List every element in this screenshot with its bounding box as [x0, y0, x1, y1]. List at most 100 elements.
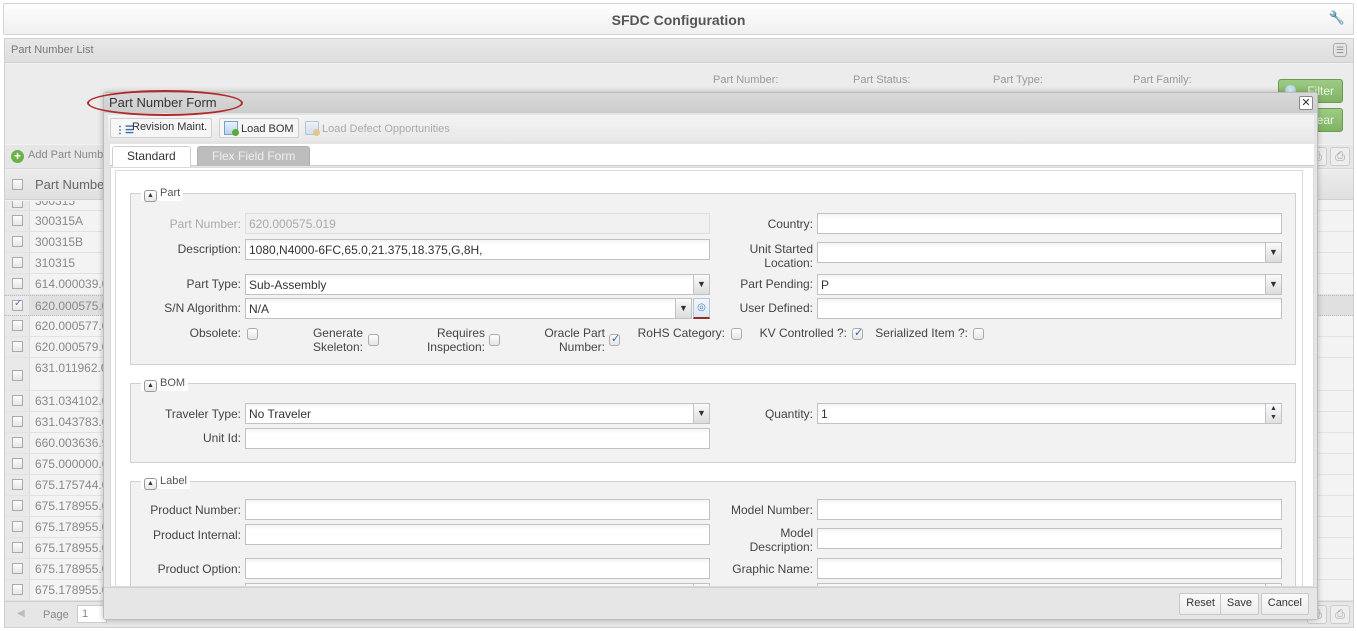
row-checkbox[interactable]	[12, 416, 23, 427]
tab-standard[interactable]: Standard	[112, 146, 191, 167]
chevron-down-icon[interactable]: ▼	[693, 275, 709, 294]
part-pending-value: P	[821, 278, 830, 292]
label-legend[interactable]: ▲ Label	[141, 474, 190, 490]
chevron-down-icon[interactable]: ▼	[1265, 243, 1281, 262]
row-checkbox[interactable]	[12, 298, 23, 311]
row-checkbox[interactable]	[12, 395, 23, 406]
user-defined-field[interactable]	[817, 298, 1282, 319]
generate-skeleton-label-line2: Skeleton:	[312, 340, 363, 354]
model-description-label-line1: Model	[780, 526, 813, 540]
dialog-footer: Reset Save Cancel	[104, 587, 1317, 619]
collapse-icon[interactable]: ▲	[144, 190, 157, 202]
panel-header: Part Number List ☰	[5, 39, 1353, 63]
row-checkbox[interactable]	[12, 341, 23, 352]
row-checkbox[interactable]	[12, 479, 23, 490]
numbered-list-icon: ⋮☰	[115, 125, 134, 136]
spinner-arrows-icon[interactable]: ▲▼	[1265, 404, 1281, 423]
rohs-category-checkbox[interactable]	[731, 328, 742, 340]
row-checkbox[interactable]	[12, 215, 23, 226]
traveler-type-select[interactable]: No Traveler ▼	[245, 403, 710, 424]
requires-inspection-checkbox[interactable]	[489, 334, 500, 346]
chevron-down-icon[interactable]: ▼	[1265, 275, 1281, 294]
panel-menu-icon[interactable]: ☰	[1333, 43, 1347, 57]
part-number-cell: 620.000579.0	[35, 340, 109, 354]
unit-id-field[interactable]	[245, 428, 710, 449]
description-field[interactable]: 1080,N4000-6FC,65.0,21.375,18.375,G,8H,	[245, 239, 710, 260]
form-scroll-area: ▲ Part Part Number: 620.000575.019 Descri…	[115, 170, 1303, 586]
model-number-field[interactable]	[817, 499, 1282, 520]
product-option-field[interactable]	[245, 558, 710, 579]
graphic-name-field[interactable]	[817, 558, 1282, 579]
load-defect-opportunities-button[interactable]: Load Defect Opportunities	[300, 118, 455, 138]
part-legend[interactable]: ▲ Part	[141, 186, 184, 202]
load-defect-opportunities-label: Load Defect Opportunities	[322, 123, 450, 135]
collapse-icon[interactable]: ▲	[144, 478, 157, 490]
table-icon	[224, 121, 239, 136]
wrench-icon[interactable]: 🔧	[1329, 11, 1345, 26]
save-button[interactable]: Save	[1219, 593, 1259, 615]
unit-started-location-select[interactable]: ▼	[817, 242, 1282, 263]
product-number-label: Product Number:	[150, 503, 241, 517]
printer-icon[interactable]: ⎙	[1330, 605, 1350, 624]
label-legend-label: Label	[160, 475, 187, 487]
serialized-item-checkbox[interactable]	[973, 328, 984, 340]
part-number-cell: 675.178955.0	[35, 520, 109, 534]
part-number-cell: 631.011962.0	[35, 361, 108, 375]
load-bom-button[interactable]: Load BOM	[219, 118, 299, 138]
table-icon	[305, 121, 320, 136]
cancel-button[interactable]: Cancel	[1260, 593, 1309, 615]
row-checkbox[interactable]	[12, 563, 23, 574]
model-description-field[interactable]	[817, 528, 1282, 549]
unit-started-label-line1: Unit Started	[749, 242, 813, 256]
previous-page-icon[interactable]: ◀	[17, 608, 25, 619]
row-checkbox[interactable]	[12, 257, 23, 268]
close-icon[interactable]: ✕	[1299, 96, 1313, 110]
obsolete-checkbox[interactable]	[247, 328, 258, 340]
printer-icon[interactable]: ⎙	[1330, 147, 1350, 166]
select-all-checkbox[interactable]	[12, 179, 23, 190]
row-checkbox[interactable]	[12, 437, 23, 448]
kv-controlled-checkbox[interactable]	[852, 326, 863, 340]
row-checkbox[interactable]	[12, 370, 23, 381]
filter-part-type-label: Part Type:	[993, 74, 1043, 86]
part-legend-label: Part	[160, 187, 181, 199]
bom-legend[interactable]: ▲ BOM	[141, 376, 189, 392]
row-checkbox[interactable]	[12, 201, 23, 208]
row-checkbox[interactable]	[12, 521, 23, 532]
reset-button[interactable]: Reset	[1179, 593, 1222, 615]
chevron-down-icon[interactable]: ▼	[693, 404, 709, 423]
dialog-title-bar[interactable]: Part Number Form ✕	[104, 93, 1317, 113]
add-part-number-button[interactable]: + Add Part Numb	[11, 149, 103, 163]
app-header: SFDC Configuration 🔧	[3, 3, 1354, 35]
part-number-cell: 675.000000.0	[35, 457, 109, 471]
row-checkbox[interactable]	[12, 458, 23, 469]
part-fieldset: ▲ Part Part Number: 620.000575.019 Descri…	[130, 186, 1296, 365]
product-internal-field[interactable]	[245, 524, 710, 545]
generate-skeleton-checkbox[interactable]	[368, 334, 379, 346]
chevron-down-icon[interactable]: ▼	[675, 299, 691, 318]
oracle-part-number-checkbox[interactable]	[609, 332, 620, 346]
part-number-form-dialog: Part Number Form ✕ ⋮☰Revision Maint. Loa…	[103, 92, 1318, 620]
oracle-part-number-label-line2: Number:	[558, 340, 605, 354]
revision-maint-button[interactable]: ⋮☰Revision Maint.	[110, 118, 213, 138]
part-type-select[interactable]: Sub-Assembly ▼	[245, 274, 710, 295]
column-header-part-number[interactable]: Part Numbe	[35, 177, 104, 192]
country-field[interactable]	[817, 213, 1282, 234]
collapse-icon[interactable]: ▲	[144, 380, 157, 392]
sn-algorithm-select[interactable]: N/A ▼	[245, 298, 692, 319]
row-checkbox[interactable]	[12, 236, 23, 247]
product-number-field[interactable]	[245, 499, 710, 520]
lookup-window-icon[interactable]: ◎	[693, 298, 710, 319]
revision-maint-label: Revision Maint.	[132, 121, 208, 133]
oracle-part-number-label: Oracle Part Number:	[521, 326, 605, 354]
part-number-cell: 675.175744.0	[35, 478, 109, 492]
quantity-stepper[interactable]: 1 ▲ ▼	[817, 403, 1282, 424]
row-checkbox[interactable]	[12, 278, 23, 289]
row-checkbox[interactable]	[12, 500, 23, 511]
tab-flex-field-form[interactable]: Flex Field Form	[197, 146, 311, 166]
row-checkbox[interactable]	[12, 320, 23, 331]
row-checkbox[interactable]	[12, 542, 23, 553]
model-description-label: Model Description:	[711, 526, 813, 554]
part-pending-select[interactable]: P ▼	[817, 274, 1282, 295]
row-checkbox[interactable]	[12, 584, 23, 595]
